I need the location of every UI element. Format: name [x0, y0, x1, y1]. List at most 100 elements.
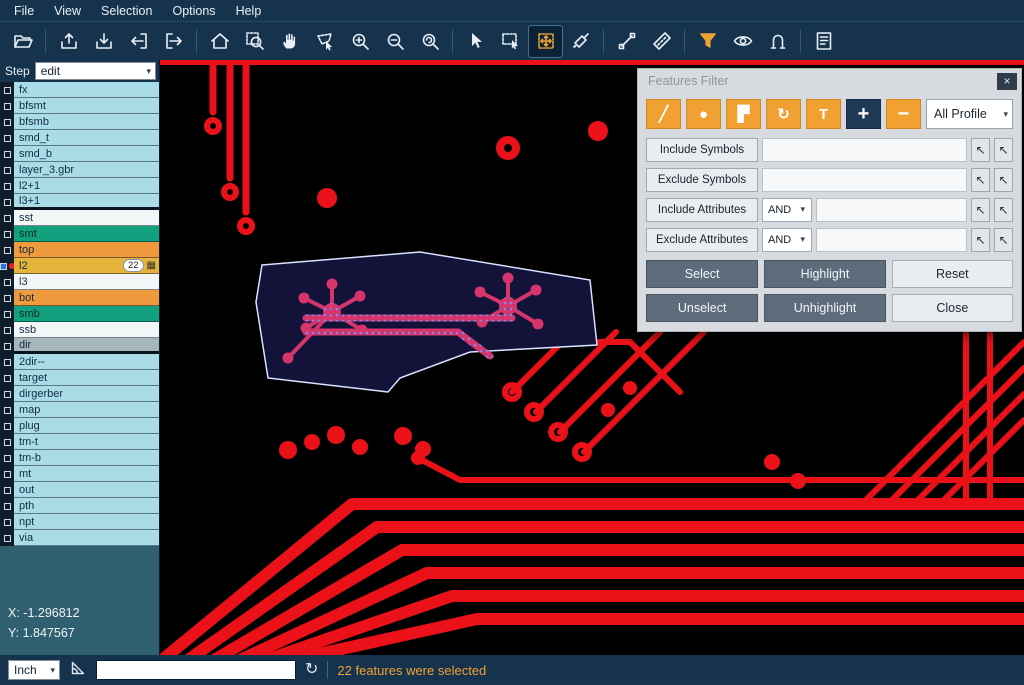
layer-row[interactable]: dir ▦ — [0, 338, 159, 354]
view-options-icon[interactable] — [726, 26, 759, 57]
layer-row[interactable]: smt ▦ — [0, 226, 159, 242]
layer-row[interactable]: pth ▦ — [0, 498, 159, 514]
layer-visibility-checkbox[interactable] — [0, 482, 14, 498]
layer-visibility-checkbox[interactable] — [0, 130, 14, 146]
import-down-icon[interactable] — [87, 26, 120, 57]
open-folder-icon[interactable] — [6, 26, 39, 57]
layer-name-cell[interactable]: smt ▦ — [14, 226, 159, 242]
layer-visibility-checkbox[interactable] — [0, 530, 14, 546]
pcb-canvas[interactable]: Features Filter × ╱ ● ▛ ↻ — [160, 60, 1024, 655]
layer-row[interactable]: target ▦ — [0, 370, 159, 386]
layer-name-cell[interactable]: npt ▦ — [14, 514, 159, 530]
corner-ruler-icon[interactable] — [69, 659, 87, 682]
layer-name-cell[interactable]: mt ▦ — [14, 466, 159, 482]
profile-select[interactable]: All Profile ▾ — [926, 99, 1013, 129]
exclude-symbols-button[interactable]: Exclude Symbols — [646, 168, 758, 192]
layer-row[interactable]: smd_b ▦ — [0, 146, 159, 162]
layer-row[interactable]: bfsmt ▦ — [0, 98, 159, 114]
layer-row[interactable]: bot ▦ — [0, 290, 159, 306]
layer-name-cell[interactable]: ssb ▦ — [14, 322, 159, 338]
layer-name-cell[interactable]: l3+1 ▦ — [14, 194, 159, 210]
layer-name-cell[interactable]: tm-b ▦ — [14, 450, 159, 466]
layer-visibility-checkbox[interactable] — [0, 114, 14, 130]
layer-visibility-checkbox[interactable] — [0, 402, 14, 418]
menu-selection[interactable]: Selection — [91, 2, 162, 20]
layer-visibility-checkbox[interactable] — [0, 274, 14, 290]
layer-row[interactable]: l2 22 ▦ — [0, 258, 159, 274]
report-list-icon[interactable] — [807, 26, 840, 57]
layer-row[interactable]: l2+1 ▦ — [0, 178, 159, 194]
layer-visibility-checkbox[interactable] — [0, 370, 14, 386]
pick-add-from-graphics-icon[interactable]: ↖ — [994, 138, 1013, 162]
include-symbols-button[interactable]: Include Symbols — [646, 138, 758, 162]
import-left-icon[interactable] — [122, 26, 155, 57]
features-filter-icon[interactable] — [691, 26, 724, 57]
layer-row[interactable]: out ▦ — [0, 482, 159, 498]
pointer-icon[interactable] — [459, 26, 492, 57]
layer-name-cell[interactable]: tm-t ▦ — [14, 434, 159, 450]
layer-visibility-checkbox[interactable] — [0, 338, 14, 354]
layer-row[interactable]: bfsmb ▦ — [0, 114, 159, 130]
and-or-select[interactable]: AND ▾ — [762, 228, 812, 252]
layer-visibility-checkbox[interactable] — [0, 514, 14, 530]
layer-row[interactable]: via ▦ — [0, 530, 159, 546]
export-up-icon[interactable] — [52, 26, 85, 57]
layer-row[interactable]: smb ▦ — [0, 306, 159, 322]
refresh-icon[interactable]: ↻ — [305, 662, 318, 678]
layer-row[interactable]: smd_t ▦ — [0, 130, 159, 146]
layer-visibility-checkbox[interactable] — [0, 450, 14, 466]
layer-row[interactable]: dirgerber ▦ — [0, 386, 159, 402]
layer-row[interactable]: map ▦ — [0, 402, 159, 418]
layer-row[interactable]: npt ▦ — [0, 514, 159, 530]
layer-name-cell[interactable]: top ▦ — [14, 242, 159, 258]
home-icon[interactable] — [203, 26, 236, 57]
layer-visibility-checkbox[interactable] — [0, 146, 14, 162]
layer-name-cell[interactable]: target ▦ — [14, 370, 159, 386]
close-button[interactable]: Close — [892, 294, 1013, 322]
layer-name-cell[interactable]: 2dir-- ▦ — [14, 354, 159, 370]
layer-row[interactable]: 2dir-- ▦ — [0, 354, 159, 370]
line-tool-button[interactable]: ╱ — [646, 99, 681, 129]
step-select[interactable]: edit ▾ — [35, 62, 156, 80]
arc-tool-button[interactable]: ↻ — [766, 99, 801, 129]
layer-visibility-checkbox[interactable] — [0, 418, 14, 434]
include-attributes-button[interactable]: Include Attributes — [646, 198, 758, 222]
layer-visibility-checkbox[interactable] — [0, 82, 14, 98]
unselect-button[interactable]: Unselect — [646, 294, 758, 322]
layer-name-cell[interactable]: map ▦ — [14, 402, 159, 418]
layer-row[interactable]: ssb ▦ — [0, 322, 159, 338]
close-icon[interactable]: × — [997, 73, 1017, 90]
filter-value-input[interactable] — [816, 228, 967, 252]
layer-visibility-checkbox[interactable] — [0, 466, 14, 482]
layer-row[interactable]: plug ▦ — [0, 418, 159, 434]
menu-help[interactable]: Help — [226, 2, 272, 20]
pick-add-from-graphics-icon[interactable]: ↖ — [994, 228, 1013, 252]
transform-select-icon[interactable] — [529, 26, 562, 57]
menu-options[interactable]: Options — [162, 2, 225, 20]
pick-from-graphics-icon[interactable]: ↖ — [971, 138, 990, 162]
layer-name-cell[interactable]: dir ▦ — [14, 338, 159, 354]
layer-row[interactable]: tm-b ▦ — [0, 450, 159, 466]
lasso-select-icon[interactable] — [308, 26, 341, 57]
pick-add-from-graphics-icon[interactable]: ↖ — [994, 198, 1013, 222]
unhighlight-button[interactable]: Unhighlight — [764, 294, 885, 322]
pick-add-from-graphics-icon[interactable]: ↖ — [994, 168, 1013, 192]
layer-row[interactable]: layer_3.gbr ▦ — [0, 162, 159, 178]
pan-hand-icon[interactable] — [273, 26, 306, 57]
units-select[interactable]: Inch ▾ — [8, 660, 60, 680]
layer-name-cell[interactable]: l2 22 ▦ — [14, 258, 159, 274]
snap-icon[interactable] — [761, 26, 794, 57]
layer-name-cell[interactable]: l3 ▦ — [14, 274, 159, 290]
dialog-titlebar[interactable]: Features Filter × — [638, 69, 1021, 93]
layer-visibility-checkbox[interactable] — [0, 178, 14, 194]
layer-visibility-checkbox[interactable] — [0, 306, 14, 322]
layer-visibility-checkbox[interactable] — [0, 242, 14, 258]
line-select-icon[interactable] — [610, 26, 643, 57]
layer-visibility-checkbox[interactable] — [0, 322, 14, 338]
layer-visibility-checkbox[interactable] — [0, 498, 14, 514]
layer-name-cell[interactable]: smb ▦ — [14, 306, 159, 322]
measure-ruler-icon[interactable] — [645, 26, 678, 57]
layer-name-cell[interactable]: sst ▦ — [14, 210, 159, 226]
menu-file[interactable]: File — [4, 2, 44, 20]
rect-select-icon[interactable] — [494, 26, 527, 57]
